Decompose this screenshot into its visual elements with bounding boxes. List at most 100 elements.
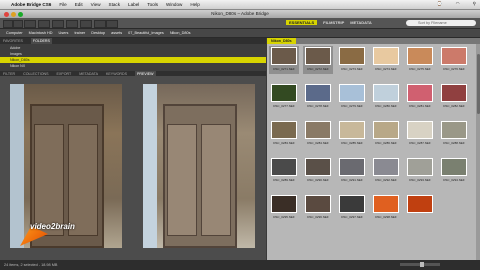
thumbnail[interactable]	[405, 194, 435, 222]
status-icon[interactable]: ⌚	[437, 1, 443, 7]
slider-handle[interactable]	[420, 262, 424, 267]
thumbnail[interactable]: DSC_0292.NEF	[371, 157, 401, 185]
close-window-button[interactable]	[4, 11, 9, 17]
breadcrumb-item[interactable]: Nikon_D80s	[170, 31, 191, 35]
zoom-window-button[interactable]	[18, 11, 23, 17]
thumbnail[interactable]: DSC_0276.NEF	[439, 46, 469, 74]
thumbnail[interactable]: DSC_0298.NEF	[371, 194, 401, 222]
refine-button[interactable]	[52, 20, 64, 28]
thumbnail-label: DSC_0289.NEF	[273, 178, 295, 182]
thumbnail[interactable]: DSC_0282.NEF	[439, 83, 469, 111]
status-bar: 24 items, 2 selected - 18.98 MB	[0, 260, 480, 270]
breadcrumb-item[interactable]: trainer	[74, 31, 85, 35]
thumbnail-size-slider[interactable]	[400, 262, 440, 267]
get-photos-button[interactable]	[38, 20, 50, 28]
thumbnail-label: DSC_0281.NEF	[409, 104, 431, 108]
menu-window[interactable]: Window	[166, 2, 182, 7]
back-button[interactable]	[3, 20, 13, 28]
menu-tools[interactable]: Tools	[147, 2, 158, 7]
thumbnail[interactable]: DSC_0294.NEF	[439, 157, 469, 185]
recent-folder-button[interactable]	[24, 20, 36, 28]
thumbnail-image	[339, 84, 365, 102]
thumbnail-image	[339, 121, 365, 139]
wifi-icon[interactable]: ◠	[456, 1, 460, 7]
thumbnail[interactable]: DSC_0272.NEF	[303, 46, 333, 74]
thumbnail[interactable]: DSC_0293.NEF	[405, 157, 435, 185]
thumbnail[interactable]: DSC_0281.NEF	[405, 83, 435, 111]
thumbnail[interactable]: DSC_0296.NEF	[303, 194, 333, 222]
thumbnail-label: DSC_0297.NEF	[341, 215, 363, 219]
spotlight-icon[interactable]: ⚲	[473, 1, 476, 7]
thumbnail[interactable]: DSC_0288.NEF	[439, 120, 469, 148]
thumbnail[interactable]: DSC_0271.NEF	[269, 46, 299, 74]
breadcrumb-item[interactable]: Desktop	[91, 31, 105, 35]
thumbnail[interactable]: DSC_0291.NEF	[337, 157, 367, 185]
menu-help[interactable]: Help	[190, 2, 199, 7]
thumbnail[interactable]: DSC_0275.NEF	[405, 46, 435, 74]
app-menu[interactable]: Adobe Bridge CS6	[11, 2, 51, 7]
thumbnail[interactable]: DSC_0286.NEF	[371, 120, 401, 148]
workspace-essentials[interactable]: ESSENTIALS	[286, 19, 318, 25]
minimize-window-button[interactable]	[11, 11, 16, 17]
sort-search-field[interactable]: Sort by Filename	[406, 20, 476, 26]
tab-folders[interactable]: FOLDERS	[30, 38, 52, 44]
thumbnail-label: DSC_0275.NEF	[409, 67, 431, 71]
thumbnail-image	[305, 47, 331, 65]
thumbnail[interactable]: DSC_0284.NEF	[303, 120, 333, 148]
menu-edit[interactable]: Edit	[75, 2, 83, 7]
workspace-filmstrip[interactable]: FILMSTRIP	[323, 20, 344, 25]
breadcrumb-item[interactable]: Macintosh HD	[29, 31, 53, 35]
thumbnail-image	[339, 158, 365, 176]
thumbnail[interactable]: DSC_0280.NEF	[371, 83, 401, 111]
thumbnail[interactable]: DSC_0285.NEF	[337, 120, 367, 148]
menu-view[interactable]: View	[91, 2, 101, 7]
content-panel: Nikon_D80s DSC_0271.NEF DSC_0272.NEF DSC_0…	[267, 38, 480, 260]
thumbnail-image	[407, 158, 433, 176]
thumbnail[interactable]: DSC_0287.NEF	[405, 120, 435, 148]
breadcrumb: Computer Macintosh HD Users trainer Desk…	[0, 29, 480, 38]
thumbnail[interactable]: DSC_0295.NEF	[269, 194, 299, 222]
forward-button[interactable]	[13, 20, 23, 28]
thumbnail-image	[339, 195, 365, 213]
breadcrumb-item[interactable]: assets	[111, 31, 122, 35]
thumbnail[interactable]: DSC_0283.NEF	[269, 120, 299, 148]
thumbnail[interactable]: DSC_0274.NEF	[371, 46, 401, 74]
thumbnail-label: DSC_0284.NEF	[307, 141, 329, 145]
thumbnail[interactable]: DSC_0278.NEF	[303, 83, 333, 111]
workspace-metadata[interactable]: METADATA	[350, 20, 372, 25]
output-button[interactable]	[80, 20, 92, 28]
thumbnail-label: DSC_0287.NEF	[409, 141, 431, 145]
thumbnail-label: DSC_0295.NEF	[273, 215, 295, 219]
menu-stack[interactable]: Stack	[109, 2, 121, 7]
thumbnail[interactable]: DSC_0279.NEF	[337, 83, 367, 111]
content-tab-bar: Nikon_D80s	[267, 38, 480, 44]
thumbnail-label: DSC_0278.NEF	[307, 104, 329, 108]
thumbnail-label: DSC_0292.NEF	[375, 178, 397, 182]
thumbnail-image	[271, 47, 297, 65]
tab-favorites[interactable]: FAVORITES	[3, 38, 23, 44]
window-title: Nikon_D80s – Adobe Bridge	[211, 11, 269, 16]
breadcrumb-item[interactable]: 07_Beautiful_Images	[128, 31, 164, 35]
thumbnail[interactable]: DSC_0277.NEF	[269, 83, 299, 111]
thumbnail-label: DSC_0285.NEF	[341, 141, 363, 145]
vertical-scrollbar[interactable]	[476, 44, 480, 260]
thumbnail[interactable]: DSC_0297.NEF	[337, 194, 367, 222]
thumbnail[interactable]: DSC_0289.NEF	[269, 157, 299, 185]
preview-image-right[interactable]	[143, 84, 255, 248]
scrollbar-thumb[interactable]	[476, 54, 480, 114]
tab-content[interactable]: Nikon_D80s	[267, 38, 296, 44]
open-in-camera-raw-button[interactable]	[66, 20, 78, 28]
thumbnail-image	[305, 158, 331, 176]
breadcrumb-item[interactable]: Users	[59, 31, 69, 35]
menu-label[interactable]: Label	[128, 2, 139, 7]
thumbnail[interactable]: DSC_0273.NEF	[337, 46, 367, 74]
folder-item[interactable]: Nikon NX	[0, 63, 266, 69]
thumbnail-image	[441, 84, 467, 102]
breadcrumb-item[interactable]: Computer	[6, 31, 23, 35]
thumbnail-label: DSC_0276.NEF	[443, 67, 465, 71]
menu-file[interactable]: File	[59, 2, 66, 7]
rotate-right-button[interactable]	[106, 20, 118, 28]
window-controls	[4, 11, 23, 17]
thumbnail[interactable]: DSC_0290.NEF	[303, 157, 333, 185]
rotate-left-button[interactable]	[94, 20, 106, 28]
